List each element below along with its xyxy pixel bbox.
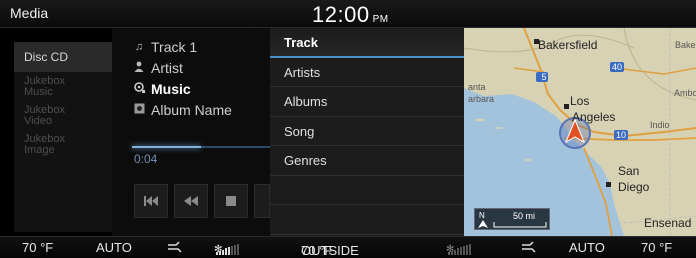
genre-row: Music [132,78,232,99]
outside-temp: 70 °F [301,243,333,258]
play-button[interactable] [254,184,270,218]
status-bar: Media 12:00 PM [0,0,696,28]
fan-bar [460,247,462,255]
driver-auto-mode[interactable]: AUTO [96,240,132,255]
map-city-indio: Indio [650,120,670,130]
source-jukebox-image[interactable]: Jukebox Image [14,134,112,156]
track-metadata: ♫ Track 1 Artist Music Album Name [132,36,232,120]
source-disc-cd[interactable]: Disc CD [14,42,112,72]
highway-10-label: 10 [615,130,626,140]
album-name: Album Name [151,101,232,118]
category-genres[interactable]: Genres [270,146,464,176]
category-empty-2 [270,205,464,235]
clock-ampm: PM [372,14,389,25]
map-city-bakersfield: Bakersfield [538,38,598,52]
highway-40-label: 40 [611,62,622,72]
category-song[interactable]: Song [270,117,464,146]
north-indicator: N [479,211,485,220]
fan-level-bars [448,243,471,255]
fan-bar [457,248,459,255]
progress-bar[interactable] [132,146,270,148]
fan-bar [469,243,471,255]
map-city-diego: Diego [618,180,650,194]
map-scale: N 50 mi [474,208,550,230]
rewind-button[interactable] [174,184,208,218]
clock-time: 12:00 [312,2,370,27]
progress-fill [132,146,201,148]
person-icon [132,61,146,75]
rewind-icon [184,194,198,209]
passenger-airflow-icon[interactable] [520,241,540,256]
passenger-temp[interactable]: 70 °F [641,240,672,255]
navigation-map[interactable]: Bakersfield Baker anta arbara Los Angele… [464,28,696,236]
fan-bar [448,252,450,255]
album-row: Album Name [132,99,232,120]
fan-bar [222,249,224,255]
track-row: ♫ Track 1 [132,36,232,57]
previous-track-icon [144,194,158,209]
source-jukebox-image-line2: Image [24,144,55,156]
fan-bar [228,247,230,255]
fan-bar [451,250,453,255]
map-city-san: San [618,164,640,178]
fan-bar [231,246,233,255]
category-artists[interactable]: Artists [270,58,464,87]
elapsed-time: 0:04 [134,152,158,166]
category-list: Track Artists Albums Song Genres [270,28,464,236]
fan-bar [454,249,456,255]
music-note-icon: ♫ [134,40,144,53]
fan-bar [225,248,227,255]
fan-bar [216,252,218,255]
fan-bar [234,244,236,255]
playback-controls [134,184,270,218]
scale-bar-icon [493,222,547,228]
map-city-barbara: arbara [468,94,495,104]
genre-name: Music [151,80,191,97]
map-city-angeles: Angeles [572,110,616,124]
clock[interactable]: 12:00 PM [312,2,389,28]
north-arrow-icon [478,220,488,228]
source-jukebox-music-line2: Music [24,86,53,98]
category-track[interactable]: Track [270,28,464,58]
driver-airflow-icon[interactable] [166,241,186,256]
now-playing-panel: ♫ Track 1 Artist Music Album Name 0:04 [112,28,270,236]
fan-level-bars [216,243,239,255]
passenger-auto-mode[interactable]: AUTO [569,240,605,255]
map-canvas [464,28,696,236]
fan-bar [237,243,239,255]
fan-bar [466,244,468,255]
scale-distance: 50 mi [513,211,536,221]
category-albums[interactable]: Albums [270,87,464,117]
previous-track-button[interactable] [134,184,168,218]
map-city-anta: anta [468,82,486,92]
category-empty-1 [270,176,464,205]
mode-title: Media [10,5,49,21]
genre-icon [132,81,146,96]
map-city-los: Los [570,94,590,108]
source-jukebox-video[interactable]: Jukebox Video [14,105,112,127]
artist-name: Artist [151,59,183,76]
stop-icon [226,194,236,209]
stop-button[interactable] [214,184,248,218]
fan-bar [463,246,465,255]
map-city-ensenada: Ensenad [644,216,692,230]
fan-bar [219,250,221,255]
album-icon [132,103,146,117]
climate-bar: 70 °F AUTO ✻ OUTSIDE 70 °F ✻ AUTO 70 °F [0,236,696,258]
track-title: Track 1 [151,38,198,55]
driver-temp[interactable]: 70 °F [22,240,53,255]
map-city-amboy: Ambo [674,88,696,98]
artist-row: Artist [132,57,232,78]
map-city-baker: Baker [675,40,696,50]
source-list: Disc CD Jukebox Music Jukebox Video Juke… [14,42,112,232]
source-jukebox-music[interactable]: Jukebox Music [14,76,112,98]
source-jukebox-video-line2: Video [24,115,52,127]
highway-5-label: 5 [541,72,547,82]
